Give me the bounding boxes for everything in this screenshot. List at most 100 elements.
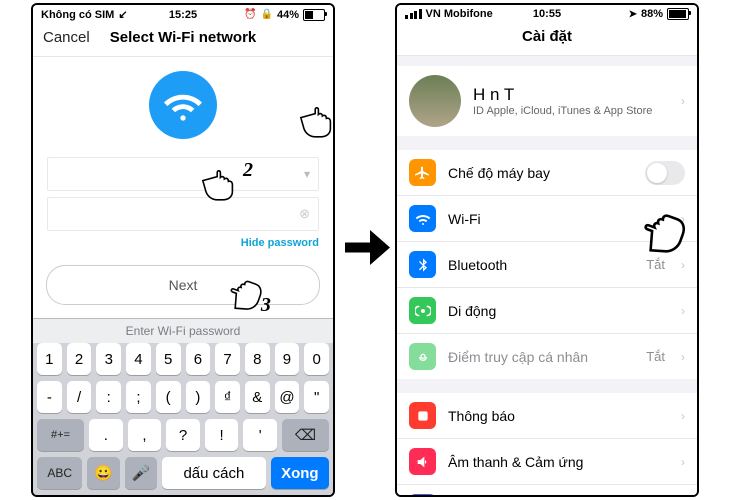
chevron-right-icon: › [677, 304, 685, 318]
keyboard-key[interactable]: 2 [67, 343, 92, 375]
keyboard-key[interactable]: 3 [96, 343, 121, 375]
chevron-right-icon: › [677, 409, 685, 423]
cellular-icon [409, 297, 436, 324]
keyboard-hint: Enter Wi-Fi password [33, 319, 333, 343]
keyboard-key[interactable]: ! [205, 419, 239, 451]
keyboard-key[interactable]: ABC [37, 457, 82, 489]
airplane-toggle[interactable] [645, 161, 685, 185]
bluetooth-icon [409, 251, 436, 278]
nav-title: Select Wi-Fi network [110, 29, 257, 46]
keyboard-key[interactable]: 1 [37, 343, 62, 375]
clock: 15:25 [131, 9, 235, 21]
keyboard-key[interactable]: 8 [245, 343, 270, 375]
keyboard-key[interactable]: @ [275, 381, 300, 413]
password-field[interactable]: ⊗ [47, 197, 319, 231]
row-value: Tắt [646, 349, 665, 364]
chevron-right-icon: › [677, 212, 685, 226]
carrier-label: VN Mobifone [426, 8, 493, 20]
signal-icon [405, 9, 422, 19]
row-value: Tắt [646, 257, 665, 272]
wifi-status-icon: ↙ [118, 8, 127, 21]
chevron-right-icon: › [677, 455, 685, 469]
wifi-setup-content: ▾ ⊗ Hide password Next [33, 57, 333, 318]
phone-right: VN Mobifone 10:55 ➤ 88% Cài đặt H [395, 3, 699, 497]
chevron-right-icon: › [677, 350, 685, 364]
keyboard: Enter Wi-Fi password 1234567890 -/:;()₫&… [33, 318, 333, 495]
keyboard-key[interactable]: #+= [37, 419, 84, 451]
wifi-row[interactable]: Wi-Fi › [397, 196, 697, 242]
keyboard-key[interactable]: 7 [215, 343, 240, 375]
keyboard-row: -/:;()₫&@" [33, 381, 333, 419]
cellular-row[interactable]: Di động › [397, 288, 697, 334]
battery-pct: 44% [277, 9, 299, 21]
profile-subtitle: ID Apple, iCloud, iTunes & App Store [473, 105, 665, 117]
airplane-icon [409, 159, 436, 186]
keyboard-key[interactable]: ; [126, 381, 151, 413]
keyboard-key[interactable]: dấu cách [162, 457, 266, 489]
row-label: Di động [448, 303, 665, 319]
keyboard-key[interactable]: : [96, 381, 121, 413]
keyboard-key[interactable]: & [245, 381, 270, 413]
keyboard-key[interactable]: " [304, 381, 329, 413]
keyboard-key[interactable]: ⌫ [282, 419, 329, 451]
dictation-key[interactable]: 🎤 [125, 457, 157, 489]
keyboard-key[interactable]: - [37, 381, 62, 413]
hide-password-link[interactable]: Hide password [47, 237, 319, 249]
battery-pct: 88% [641, 8, 663, 20]
row-label: Chế độ máy bay [448, 165, 633, 181]
row-label: Bluetooth [448, 257, 634, 273]
keyboard-key[interactable]: 6 [186, 343, 211, 375]
clear-icon[interactable]: ⊗ [299, 206, 310, 222]
battery-icon [667, 8, 689, 20]
alarm-icon: ⏰ [244, 9, 256, 20]
wifi-hero-icon [149, 71, 217, 139]
network-select-field[interactable]: ▾ [47, 157, 319, 191]
cancel-button[interactable]: Cancel [43, 29, 90, 46]
keyboard-row: #+=.,?!'⌫ [33, 419, 333, 457]
emoji-key[interactable]: 😀 [87, 457, 119, 489]
row-label: Điểm truy cập cá nhân [448, 349, 634, 365]
alerts-group: Thông báo › Âm thanh & Cảm ứng › Không l… [397, 393, 697, 495]
settings-scroll[interactable]: H n T ID Apple, iCloud, iTunes & App Sto… [397, 56, 697, 495]
avatar [409, 75, 461, 127]
chevron-down-icon: ▾ [304, 167, 310, 181]
orientation-lock-icon: 🔒 [261, 9, 273, 20]
clock: 10:55 [495, 8, 599, 20]
keyboard-key[interactable]: , [128, 419, 162, 451]
profile-row[interactable]: H n T ID Apple, iCloud, iTunes & App Sto… [397, 66, 697, 136]
stage: Không có SIM ↙ 15:25 ⏰ 🔒 44% Cancel Sele… [0, 0, 730, 500]
profile-name: H n T [473, 85, 665, 105]
keyboard-key[interactable]: 9 [275, 343, 300, 375]
hotspot-row[interactable]: Điểm truy cập cá nhân Tắt › [397, 334, 697, 379]
row-label: Âm thanh & Cảm ứng [448, 454, 665, 470]
carrier-label: Không có SIM [41, 9, 114, 21]
next-button[interactable]: Next [46, 265, 320, 305]
keyboard-key[interactable]: . [89, 419, 123, 451]
keyboard-key[interactable]: ( [156, 381, 181, 413]
notifications-row[interactable]: Thông báo › [397, 393, 697, 439]
arrow-right-icon [335, 218, 395, 283]
profile-group: H n T ID Apple, iCloud, iTunes & App Sto… [397, 66, 697, 136]
keyboard-key[interactable]: Xong [271, 457, 329, 489]
airplane-row[interactable]: Chế độ máy bay [397, 150, 697, 196]
keyboard-key[interactable]: ? [166, 419, 200, 451]
status-bar: VN Mobifone 10:55 ➤ 88% [397, 5, 697, 22]
keyboard-key[interactable]: ₫ [215, 381, 240, 413]
battery-icon [303, 9, 325, 21]
bluetooth-row[interactable]: Bluetooth Tắt › [397, 242, 697, 288]
keyboard-key[interactable]: 0 [304, 343, 329, 375]
dnd-row[interactable]: Không làm phiền › [397, 485, 697, 495]
keyboard-key[interactable]: ' [243, 419, 277, 451]
connectivity-group: Chế độ máy bay Wi-Fi › Bluetooth Tắt › [397, 150, 697, 379]
keyboard-row: ABC😀🎤dấu cáchXong [33, 457, 333, 495]
nav-bar: Cancel Select Wi-Fi network [33, 23, 333, 57]
sounds-row[interactable]: Âm thanh & Cảm ứng › [397, 439, 697, 485]
keyboard-key[interactable]: 4 [126, 343, 151, 375]
chevron-right-icon: › [677, 94, 685, 108]
row-label: Wi-Fi [448, 211, 665, 227]
wifi-icon [409, 205, 436, 232]
keyboard-key[interactable]: / [67, 381, 92, 413]
keyboard-key[interactable]: ) [186, 381, 211, 413]
keyboard-key[interactable]: 5 [156, 343, 181, 375]
nav-bar: Cài đặt [397, 22, 697, 56]
